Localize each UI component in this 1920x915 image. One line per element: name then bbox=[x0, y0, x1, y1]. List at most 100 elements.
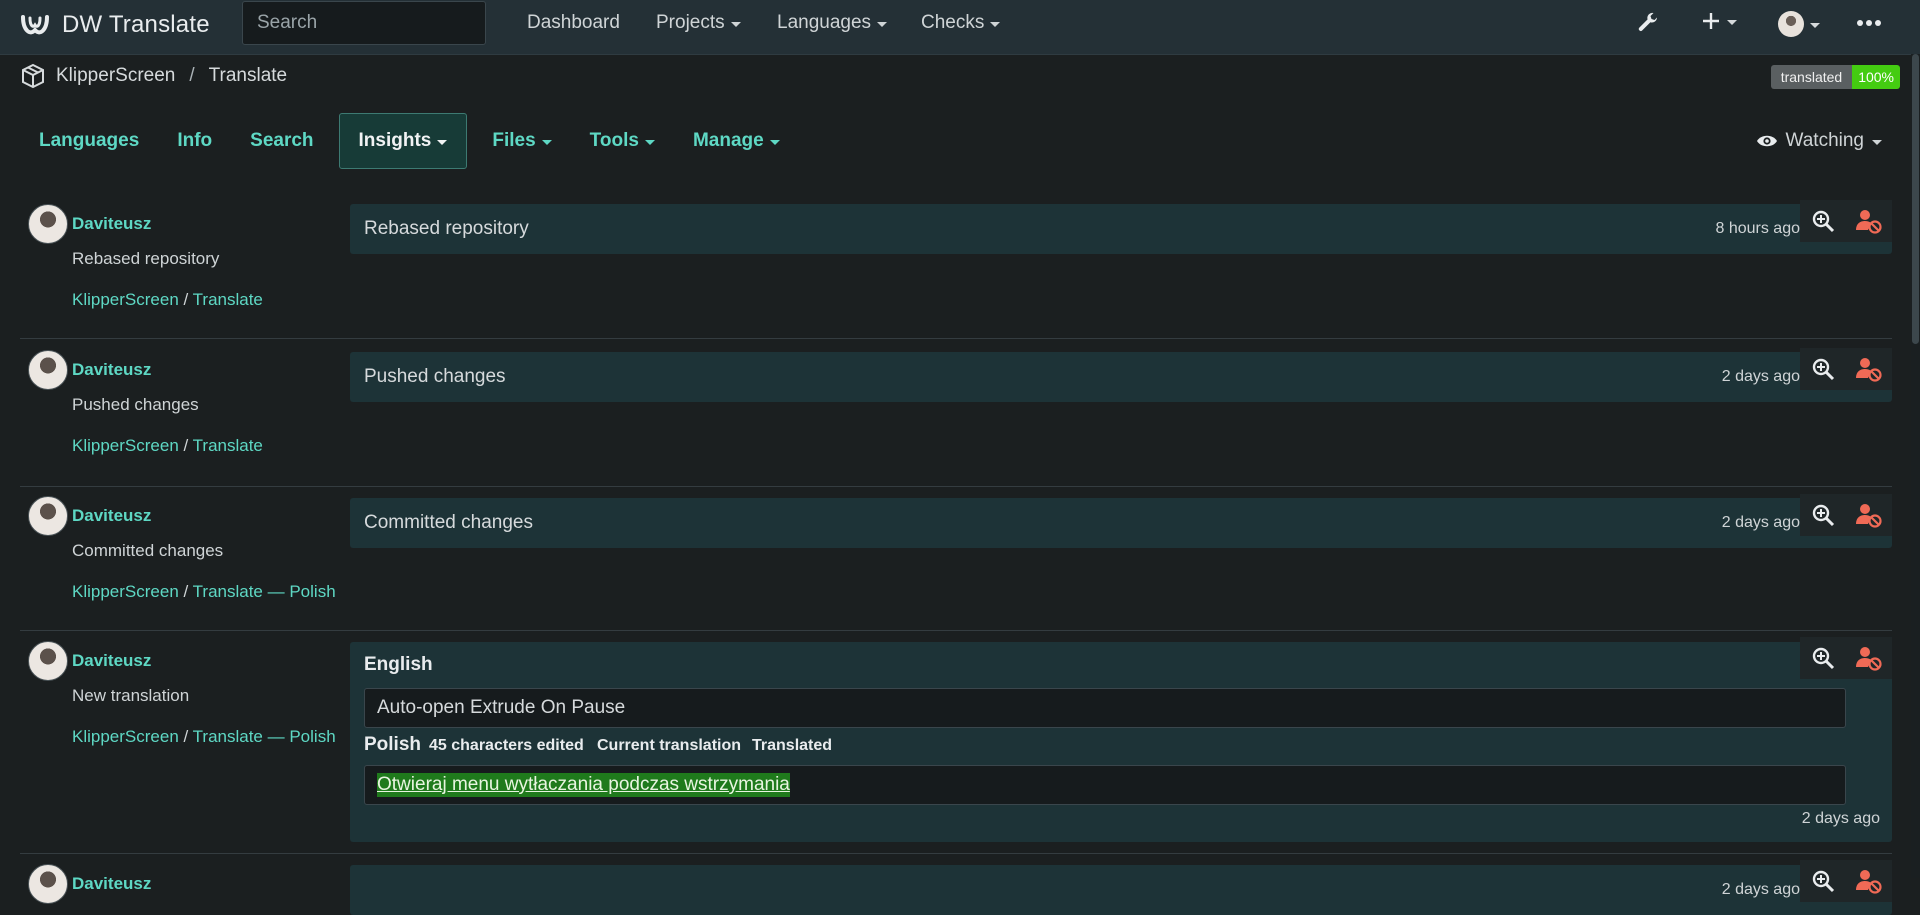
entry-project-path: KlipperScreen / Translate bbox=[72, 290, 263, 309]
block-user-icon[interactable] bbox=[1846, 494, 1892, 536]
top-navbar: DW Translate Dashboard Projects Language… bbox=[0, 0, 1920, 55]
badge-label: translated bbox=[1770, 65, 1853, 89]
chars-edited-badge: 45 characters edited bbox=[429, 737, 584, 754]
entry-project-path: KlipperScreen / Translate bbox=[72, 436, 263, 455]
block-user-icon[interactable] bbox=[1846, 860, 1892, 902]
list-item: Daviteusz Committed changes KlipperScree… bbox=[20, 487, 1892, 631]
avatar[interactable] bbox=[28, 641, 68, 681]
caret-down-icon bbox=[1872, 139, 1882, 145]
nav-dashboard[interactable]: Dashboard bbox=[527, 12, 620, 34]
caret-down-icon bbox=[730, 21, 741, 27]
source-text: Auto-open Extrude On Pause bbox=[364, 688, 1846, 728]
tab-languages[interactable]: Languages bbox=[20, 113, 158, 169]
entry-language-link[interactable]: — Polish bbox=[268, 582, 336, 601]
avatar[interactable] bbox=[28, 204, 68, 244]
entry-project-link[interactable]: KlipperScreen bbox=[72, 436, 179, 455]
zoom-in-icon[interactable] bbox=[1800, 494, 1846, 536]
nav-projects-menu[interactable]: Projects bbox=[656, 12, 741, 34]
scrollbar-thumb[interactable] bbox=[1912, 54, 1919, 344]
tab-insights-label: Insights bbox=[358, 130, 432, 151]
current-translation-badge: Current translation bbox=[597, 737, 742, 754]
block-user-icon[interactable] bbox=[1846, 348, 1892, 390]
brand[interactable]: DW Translate bbox=[18, 8, 210, 42]
tab-search[interactable]: Search bbox=[231, 113, 332, 169]
entry-component-link[interactable]: Translate bbox=[193, 727, 263, 746]
entry-component-link[interactable]: Translate bbox=[193, 290, 263, 309]
nav-languages-label: Languages bbox=[777, 12, 872, 33]
nav-checks-label: Checks bbox=[921, 12, 985, 33]
entry-summary bbox=[350, 865, 1892, 915]
nav-projects-label: Projects bbox=[656, 12, 725, 33]
inserted-diff: Otwieraj menu wytłaczania podczas wstrzy… bbox=[377, 773, 790, 797]
entry-timestamp: 2 days ago bbox=[1721, 881, 1800, 898]
entry-user[interactable]: Daviteusz bbox=[72, 214, 151, 234]
entry-tools bbox=[1800, 200, 1892, 242]
entry-summary: Committed changes bbox=[350, 498, 1892, 548]
entry-timestamp: 2 days ago bbox=[1721, 514, 1800, 531]
zoom-in-icon[interactable] bbox=[1800, 200, 1846, 242]
entry-user[interactable]: Daviteusz bbox=[72, 651, 151, 671]
avatar[interactable] bbox=[28, 864, 68, 904]
breadcrumb-component[interactable]: Translate bbox=[209, 65, 288, 87]
block-user-icon[interactable] bbox=[1846, 637, 1892, 679]
entry-tools bbox=[1800, 860, 1892, 902]
entry-tools bbox=[1800, 348, 1892, 390]
entry-action: New translation bbox=[72, 686, 190, 705]
list-item: Daviteusz New translation KlipperScreen … bbox=[20, 631, 1892, 854]
entry-summary-text: Pushed changes bbox=[364, 366, 506, 387]
entry-timestamp: 2 days ago bbox=[1801, 810, 1880, 827]
watching-menu[interactable]: Watching bbox=[1756, 130, 1882, 152]
avatar[interactable] bbox=[28, 350, 68, 390]
entry-action: Rebased repository bbox=[72, 249, 220, 268]
entry-summary: Rebased repository bbox=[350, 204, 1892, 254]
tab-manage-label: Manage bbox=[692, 130, 764, 151]
entry-action: Committed changes bbox=[72, 541, 224, 560]
avatar[interactable] bbox=[28, 496, 68, 536]
component-tabs: Languages Info Search Insights Files Too… bbox=[20, 112, 799, 170]
entry-user[interactable]: Daviteusz bbox=[72, 506, 151, 526]
source-language: English bbox=[364, 654, 433, 675]
caret-down-icon bbox=[1810, 22, 1820, 28]
more-icon[interactable] bbox=[1856, 19, 1882, 27]
target-language: Polish bbox=[364, 734, 422, 755]
entry-project-link[interactable]: KlipperScreen bbox=[72, 582, 179, 601]
target-text: Otwieraj menu wytłaczania podczas wstrzy… bbox=[364, 765, 1846, 805]
wrench-icon[interactable] bbox=[1636, 11, 1660, 35]
entry-component-link[interactable]: Translate bbox=[193, 436, 263, 455]
entry-action: Pushed changes bbox=[72, 395, 199, 414]
list-item: Daviteusz Pushed changes KlipperScreen /… bbox=[20, 343, 1892, 487]
plus-icon bbox=[1703, 13, 1719, 29]
nav-checks-menu[interactable]: Checks bbox=[921, 12, 1001, 34]
breadcrumb-project[interactable]: KlipperScreen bbox=[56, 65, 175, 87]
tab-manage[interactable]: Manage bbox=[674, 113, 799, 169]
entry-component-link[interactable]: Translate bbox=[193, 582, 263, 601]
translated-badge: translated 100% bbox=[1770, 65, 1900, 89]
zoom-in-icon[interactable] bbox=[1800, 637, 1846, 679]
block-user-icon[interactable] bbox=[1846, 200, 1892, 242]
state-badge: Translated bbox=[752, 737, 833, 754]
user-menu[interactable] bbox=[1778, 11, 1820, 37]
caret-down-icon bbox=[769, 139, 780, 145]
tab-info[interactable]: Info bbox=[158, 113, 231, 169]
search-input[interactable] bbox=[242, 1, 486, 45]
nav-languages-menu[interactable]: Languages bbox=[777, 12, 888, 34]
component-cube-icon bbox=[22, 63, 44, 89]
breadcrumb-separator: / bbox=[189, 65, 195, 86]
entry-project-path: KlipperScreen / Translate — Polish bbox=[72, 582, 336, 601]
add-menu[interactable] bbox=[1701, 11, 1737, 31]
entry-user[interactable]: Daviteusz bbox=[72, 360, 151, 380]
tab-tools[interactable]: Tools bbox=[571, 113, 674, 169]
entry-tools bbox=[1800, 637, 1892, 679]
entry-language-link[interactable]: — Polish bbox=[268, 727, 336, 746]
entry-summary-text: Committed changes bbox=[364, 512, 533, 533]
entry-project-link[interactable]: KlipperScreen bbox=[72, 727, 179, 746]
zoom-in-icon[interactable] bbox=[1800, 860, 1846, 902]
tab-insights[interactable]: Insights bbox=[338, 113, 468, 169]
tab-files[interactable]: Files bbox=[473, 113, 570, 169]
entry-user[interactable]: Daviteusz bbox=[72, 874, 151, 894]
breadcrumb: KlipperScreen / Translate bbox=[20, 63, 287, 89]
entry-project-link[interactable]: KlipperScreen bbox=[72, 290, 179, 309]
zoom-in-icon[interactable] bbox=[1800, 348, 1846, 390]
entry-timestamp: 8 hours ago bbox=[1715, 220, 1800, 237]
page-scrollbar[interactable] bbox=[1911, 54, 1920, 878]
